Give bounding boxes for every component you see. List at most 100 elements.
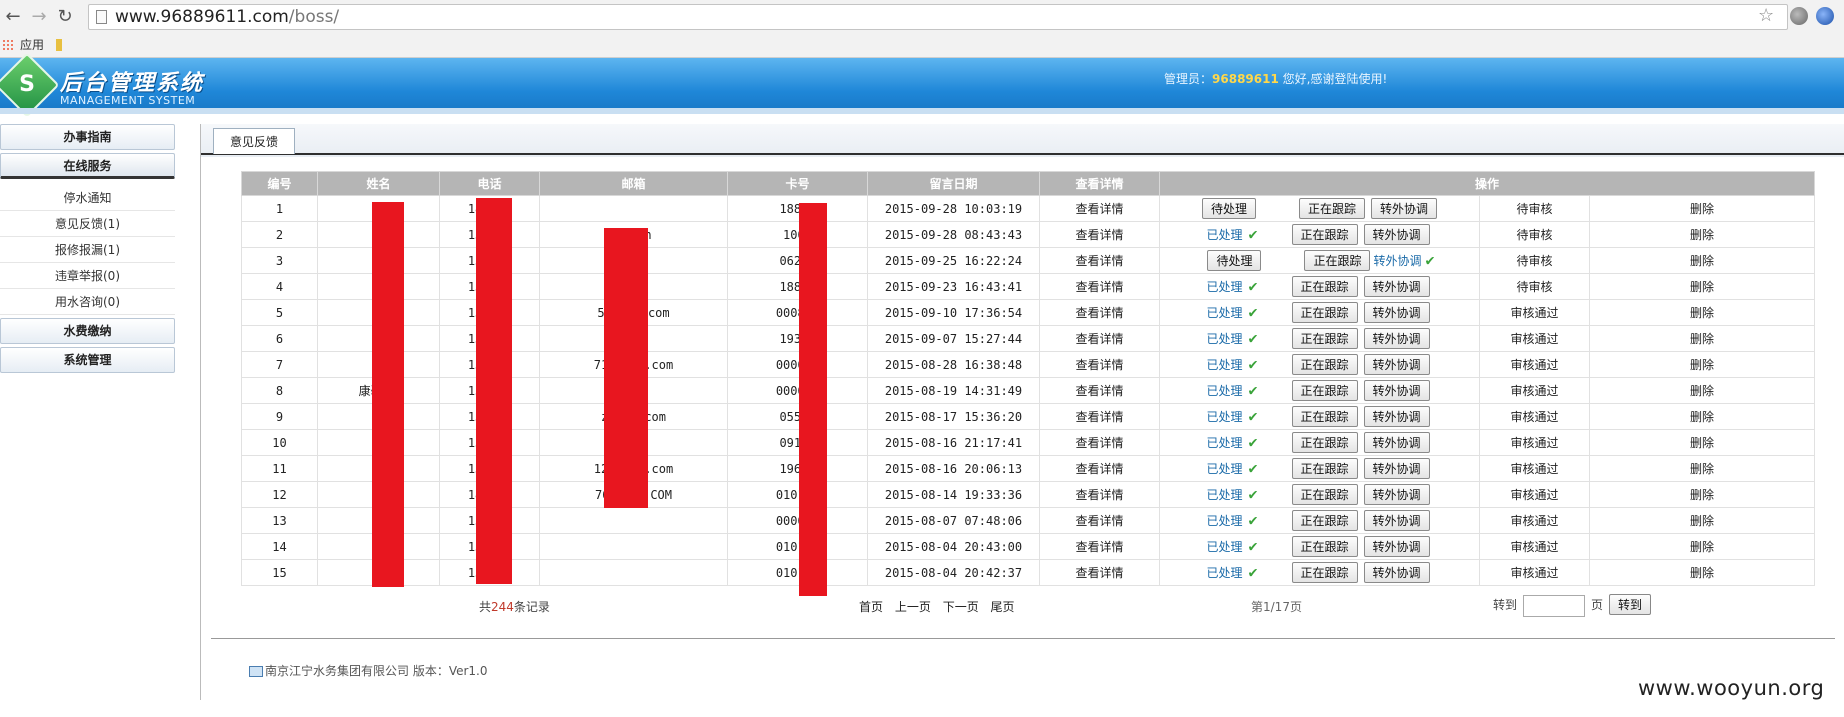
review-status[interactable]: 审核通过 <box>1479 403 1590 430</box>
delete-link[interactable]: 删除 <box>1589 403 1815 430</box>
review-status[interactable]: 待审核 <box>1479 195 1590 222</box>
tracking-button[interactable]: 正在跟踪 <box>1291 432 1358 453</box>
review-status[interactable]: 审核通过 <box>1479 559 1590 586</box>
view-detail-link[interactable]: 查看详情 <box>1039 403 1160 430</box>
transfer-button[interactable]: 转外协调 <box>1363 458 1430 479</box>
delete-link[interactable]: 删除 <box>1589 247 1815 274</box>
tracking-button[interactable]: 正在跟踪 <box>1291 406 1358 427</box>
bookmark-folder-icon[interactable] <box>56 39 62 51</box>
review-status[interactable]: 审核通过 <box>1479 325 1590 352</box>
bookmark-star-icon[interactable]: ☆ <box>1758 5 1774 26</box>
view-detail-link[interactable]: 查看详情 <box>1039 325 1160 352</box>
review-status[interactable]: 审核通过 <box>1479 533 1590 560</box>
delete-link[interactable]: 删除 <box>1589 429 1815 456</box>
transfer-button[interactable]: 转外协调 <box>1363 276 1430 297</box>
delete-link[interactable]: 删除 <box>1589 507 1815 534</box>
review-status[interactable]: 审核通过 <box>1479 299 1590 326</box>
sidebar-item-report[interactable]: 违章举报(0) <box>0 263 175 289</box>
sidebar-item-feedback[interactable]: 意见反馈(1) <box>0 211 175 237</box>
tracking-button[interactable]: 正在跟踪 <box>1291 328 1358 349</box>
pending-button[interactable]: 待处理 <box>1201 198 1256 219</box>
last-page-link[interactable]: 尾页 <box>991 600 1015 614</box>
view-detail-link[interactable]: 查看详情 <box>1039 273 1160 300</box>
tracking-button[interactable]: 正在跟踪 <box>1291 302 1358 323</box>
apps-bookmark[interactable]: 应用 <box>20 34 44 56</box>
delete-link[interactable]: 删除 <box>1589 533 1815 560</box>
view-detail-link[interactable]: 查看详情 <box>1039 455 1160 482</box>
tracking-button[interactable]: 正在跟踪 <box>1291 562 1358 583</box>
sidebar-section-online[interactable]: 在线服务 <box>0 153 175 179</box>
transfer-button[interactable]: 转外协调 <box>1363 328 1430 349</box>
transfer-button[interactable]: 转外协调 <box>1363 432 1430 453</box>
delete-link[interactable]: 删除 <box>1589 481 1815 508</box>
extension-icon[interactable] <box>1790 7 1808 25</box>
tracking-button[interactable]: 正在跟踪 <box>1291 536 1358 557</box>
forward-arrow-icon[interactable]: → <box>28 6 50 28</box>
sidebar-item-repair[interactable]: 报修报漏(1) <box>0 237 175 263</box>
sidebar-section-billing[interactable]: 水费缴纳 <box>0 318 175 344</box>
apps-grid-icon[interactable] <box>2 39 14 51</box>
goto-page-input[interactable] <box>1523 594 1586 617</box>
transfer-button[interactable]: 转外协调 <box>1371 198 1438 219</box>
goto-button[interactable]: 转到 <box>1609 594 1652 615</box>
delete-link[interactable]: 删除 <box>1589 299 1815 326</box>
first-page-link[interactable]: 首页 <box>859 600 883 614</box>
delete-link[interactable]: 删除 <box>1589 351 1815 378</box>
transfer-button[interactable]: 转外协调 <box>1363 406 1430 427</box>
delete-link[interactable]: 删除 <box>1589 455 1815 482</box>
tracking-button[interactable]: 正在跟踪 <box>1291 484 1358 505</box>
tab-feedback[interactable]: 意见反馈 <box>213 128 295 154</box>
review-status[interactable]: 待审核 <box>1479 273 1590 300</box>
view-detail-link[interactable]: 查看详情 <box>1039 299 1160 326</box>
transfer-button[interactable]: 转外协调 <box>1363 302 1430 323</box>
review-status[interactable]: 审核通过 <box>1479 507 1590 534</box>
back-arrow-icon[interactable]: ← <box>2 6 24 28</box>
sidebar-item-consult[interactable]: 用水咨询(0) <box>0 289 175 315</box>
sidebar-item-outage[interactable]: 停水通知 <box>0 185 175 211</box>
globe-icon[interactable] <box>1816 7 1834 25</box>
delete-link[interactable]: 删除 <box>1589 221 1815 248</box>
delete-link[interactable]: 删除 <box>1589 559 1815 586</box>
view-detail-link[interactable]: 查看详情 <box>1039 247 1160 274</box>
next-page-link[interactable]: 下一页 <box>943 600 979 614</box>
view-detail-link[interactable]: 查看详情 <box>1039 507 1160 534</box>
view-detail-link[interactable]: 查看详情 <box>1039 351 1160 378</box>
transfer-button[interactable]: 转外协调 <box>1363 380 1430 401</box>
transfer-button[interactable]: 转外协调 <box>1363 510 1430 531</box>
tracking-button[interactable]: 正在跟踪 <box>1298 198 1365 219</box>
view-detail-link[interactable]: 查看详情 <box>1039 559 1160 586</box>
tracking-button[interactable]: 正在跟踪 <box>1291 458 1358 479</box>
view-detail-link[interactable]: 查看详情 <box>1039 429 1160 456</box>
transfer-button[interactable]: 转外协调 <box>1363 354 1430 375</box>
delete-link[interactable]: 删除 <box>1589 195 1815 222</box>
review-status[interactable]: 审核通过 <box>1479 377 1590 404</box>
delete-link[interactable]: 删除 <box>1589 273 1815 300</box>
transfer-button[interactable]: 转外协调 <box>1363 536 1430 557</box>
review-status[interactable]: 审核通过 <box>1479 455 1590 482</box>
tracking-button[interactable]: 正在跟踪 <box>1291 276 1358 297</box>
tracking-button[interactable]: 正在跟踪 <box>1291 380 1358 401</box>
view-detail-link[interactable]: 查看详情 <box>1039 221 1160 248</box>
sidebar-section-system[interactable]: 系统管理 <box>0 347 175 373</box>
view-detail-link[interactable]: 查看详情 <box>1039 377 1160 404</box>
review-status[interactable]: 审核通过 <box>1479 481 1590 508</box>
prev-page-link[interactable]: 上一页 <box>895 600 931 614</box>
review-status[interactable]: 审核通过 <box>1479 351 1590 378</box>
view-detail-link[interactable]: 查看详情 <box>1039 195 1160 222</box>
sidebar-section-guide[interactable]: 办事指南 <box>0 124 175 150</box>
tracking-button[interactable]: 正在跟踪 <box>1291 224 1358 245</box>
tracking-button[interactable]: 正在跟踪 <box>1291 510 1358 531</box>
delete-link[interactable]: 删除 <box>1589 325 1815 352</box>
transfer-button[interactable]: 转外协调 <box>1363 224 1430 245</box>
tracking-button[interactable]: 正在跟踪 <box>1304 250 1371 271</box>
tracking-button[interactable]: 正在跟踪 <box>1291 354 1358 375</box>
delete-link[interactable]: 删除 <box>1589 377 1815 404</box>
view-detail-link[interactable]: 查看详情 <box>1039 481 1160 508</box>
transfer-button[interactable]: 转外协调 <box>1363 562 1430 583</box>
view-detail-link[interactable]: 查看详情 <box>1039 533 1160 560</box>
reload-icon[interactable]: ↻ <box>54 6 76 28</box>
review-status[interactable]: 待审核 <box>1479 247 1590 274</box>
review-status[interactable]: 审核通过 <box>1479 429 1590 456</box>
transfer-button[interactable]: 转外协调 <box>1363 484 1430 505</box>
review-status[interactable]: 待审核 <box>1479 221 1590 248</box>
